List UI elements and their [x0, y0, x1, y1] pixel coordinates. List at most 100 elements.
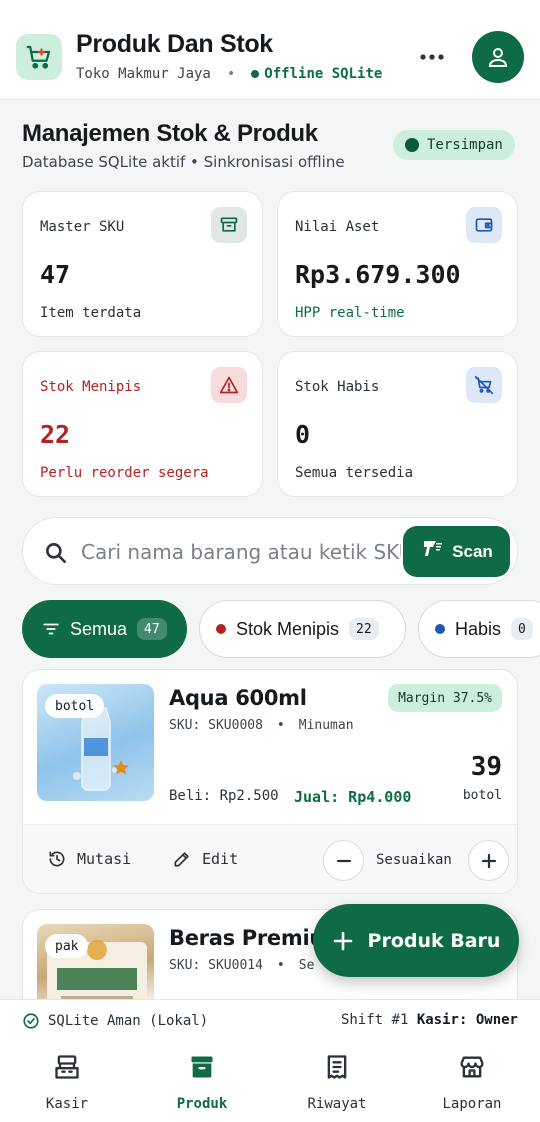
status-dot [251, 70, 260, 78]
filter-chip-low-stock[interactable]: Stok Menipis 22 [199, 600, 406, 658]
scan-label: Scan [452, 541, 493, 561]
minus-icon [336, 859, 351, 862]
decrease-stock-button[interactable] [323, 840, 364, 881]
adjust-label: Sesuaikan [376, 852, 452, 868]
section-title: Manajemen Stok & Produk [22, 120, 318, 147]
stat-note: Item terdata [40, 305, 142, 321]
product-category: Minuman [298, 718, 354, 733]
mutasi-label: Mutasi [77, 850, 132, 868]
stat-label: Stok Habis [295, 379, 380, 395]
header-subtitle: Toko Makmur Jaya • Offline SQLite [76, 66, 382, 82]
filter-label: Stok Menipis [236, 618, 340, 639]
increase-stock-button[interactable] [468, 840, 509, 881]
receipt-icon [323, 1052, 351, 1082]
nav-item-riwayat[interactable]: Riwayat [287, 1046, 387, 1122]
store-icon [458, 1052, 486, 1082]
stat-card-out-of-stock[interactable]: Stok Habis 0 Semua tersedia [277, 351, 518, 497]
stock-unit: botol [462, 788, 502, 803]
saved-badge: Tersimpan [393, 130, 515, 160]
filter-label: Semua [70, 618, 128, 639]
pencil-icon [172, 849, 202, 869]
user-icon[interactable] [472, 31, 524, 83]
stock-quantity: 39 [470, 752, 502, 782]
filter-chip-all[interactable]: Semua 47 [22, 600, 187, 658]
stat-value: 47 [40, 260, 71, 289]
stat-note: Perlu reorder segera [40, 465, 209, 481]
offline-status-label: Offline SQLite [264, 66, 383, 82]
product-name: Aqua 600ml [169, 686, 307, 710]
add-product-button[interactable]: Produk Baru [313, 904, 519, 977]
product-sku: SKU: SKU0008 [169, 718, 263, 733]
unit-tag: botol [45, 694, 105, 718]
stat-label: Master SKU [40, 219, 125, 235]
store-name: Toko Makmur Jaya [76, 66, 211, 82]
kasir-label: Kasir: [416, 1012, 468, 1028]
wallet-icon [466, 207, 502, 243]
barcode-scanner-icon [420, 537, 452, 566]
offline-status: Offline SQLite [251, 66, 382, 82]
stat-value: Rp3.679.300 [295, 260, 461, 289]
stat-value: 22 [40, 420, 71, 449]
product-meta: SKU: SKU0014 • Se [169, 958, 315, 973]
product-card-aqua[interactable]: botol Aqua 600ml Margin 37.5% SKU: SKU00… [22, 669, 518, 894]
archive-icon [211, 207, 247, 243]
stat-card-asset[interactable]: Nilai Aset Rp3.679.300 HPP real-time [277, 191, 518, 337]
archive-icon [188, 1052, 216, 1082]
nav-item-kasir[interactable]: Kasir [17, 1046, 117, 1122]
saved-label: Tersimpan [427, 137, 503, 153]
app-header: Produk Dan Stok Toko Makmur Jaya • Offli… [0, 0, 540, 100]
buy-price: Beli: Rp2.500 [169, 788, 279, 804]
more-horizontal-icon[interactable] [414, 42, 450, 72]
stat-label: Stok Menipis [40, 379, 142, 395]
edit-button[interactable]: Edit [172, 849, 238, 869]
stat-note: Semua tersedia [295, 465, 414, 481]
low-stock-dot [216, 624, 226, 634]
search-icon [43, 540, 69, 571]
plus-icon [481, 853, 496, 868]
plus-icon [333, 931, 352, 950]
margin-badge: Margin 37.5% [388, 684, 502, 712]
history-icon [47, 849, 77, 869]
edit-label: Edit [202, 850, 239, 868]
search-bar: Scan [22, 517, 518, 585]
bottom-nav: Kasir Produk Riwayat Laporan [0, 1046, 540, 1122]
filter-icon [42, 620, 60, 638]
nav-item-laporan[interactable]: Laporan [422, 1046, 522, 1122]
saved-dot [405, 138, 419, 152]
sell-price: Jual: Rp4.000 [294, 788, 412, 806]
shift-info: Shift #1 Kasir: Owner [341, 1012, 518, 1028]
stat-card-low-stock[interactable]: Stok Menipis 22 Perlu reorder segera [22, 351, 263, 497]
stat-card-sku[interactable]: Master SKU 47 Item terdata [22, 191, 263, 337]
filter-count: 22 [349, 618, 379, 640]
stat-note: HPP real-time [295, 305, 405, 321]
filter-chip-out-of-stock[interactable]: Habis 0 [418, 600, 540, 658]
bottom-bar: SQLite Aman (Lokal) Shift #1 Kasir: Owne… [0, 999, 540, 1122]
db-status-label: SQLite Aman (Lokal) [48, 1013, 209, 1029]
filter-count: 0 [511, 618, 533, 640]
add-product-label: Produk Baru [367, 929, 501, 952]
cart-icon [16, 34, 62, 80]
product-category: Se [298, 958, 315, 973]
nav-item-produk[interactable]: Produk [152, 1046, 252, 1122]
stat-label: Nilai Aset [295, 219, 380, 235]
product-actions: Mutasi Edit Sesuaikan [23, 824, 517, 893]
product-sku: SKU: SKU0014 [169, 958, 263, 973]
kasir-value: Owner [475, 1012, 518, 1028]
search-input[interactable] [81, 536, 401, 568]
filter-count: 47 [137, 618, 167, 640]
cash-register-icon [53, 1052, 81, 1082]
nav-label: Laporan [442, 1096, 502, 1112]
unit-tag: pak [45, 934, 89, 958]
mutasi-button[interactable]: Mutasi [47, 849, 131, 869]
section-subtitle: Database SQLite aktif • Sinkronisasi off… [22, 153, 345, 171]
nav-label: Produk [176, 1096, 228, 1112]
filter-label: Habis [455, 618, 502, 639]
product-image: botol [37, 684, 154, 801]
db-status: SQLite Aman (Lokal) [22, 1012, 208, 1030]
cart-off-icon [466, 367, 502, 403]
nav-label: Kasir [45, 1096, 89, 1112]
out-of-stock-dot [435, 624, 445, 634]
scan-button[interactable]: Scan [403, 526, 510, 577]
shield-check-icon [22, 1012, 48, 1030]
nav-label: Riwayat [307, 1096, 367, 1112]
